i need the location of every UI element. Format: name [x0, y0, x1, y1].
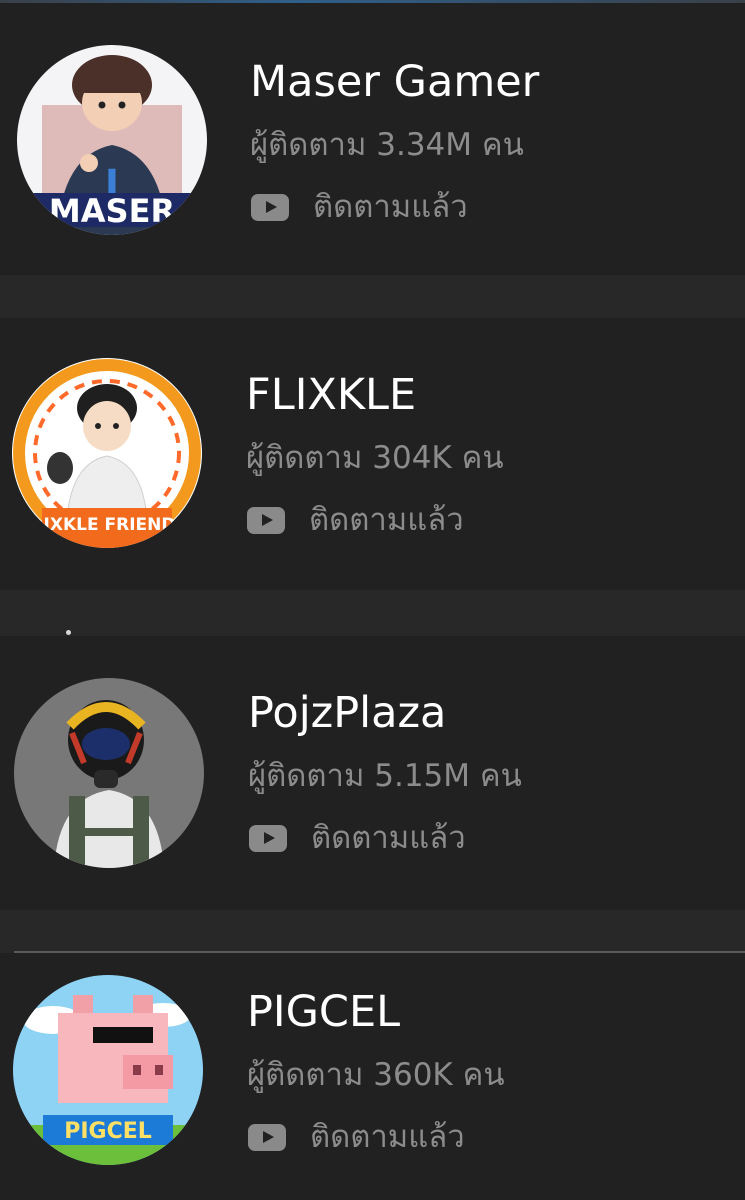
channel-avatar[interactable]: J MASER: [17, 45, 207, 235]
speck: [66, 630, 71, 635]
subscribed-status[interactable]: ติดตามแล้ว: [249, 818, 466, 858]
subscriber-count: ผู้ติดตาม 304K คน: [246, 440, 504, 476]
avatar-logo-text: FLIXKLE FRIEND'S: [21, 515, 193, 535]
channel-card-maser-gamer[interactable]: J MASER Maser Gamer ผู้ติดตาม 3.34M คน ต…: [0, 3, 745, 275]
channel-name[interactable]: PIGCEL: [247, 987, 400, 1037]
channel-name[interactable]: Maser Gamer: [250, 57, 539, 107]
channel-card-pigcel[interactable]: PIGCEL PIGCEL ผู้ติดตาม 360K คน ติดตามแล…: [0, 953, 745, 1200]
subscribed-status[interactable]: ติดตามแล้ว: [251, 187, 468, 227]
avatar-logo-text: PIGCEL: [64, 1119, 152, 1144]
subscribed-label: ติดตามแล้ว: [311, 820, 466, 856]
flixkle-avatar-icon: FLIXKLE FRIEND'S: [12, 358, 202, 548]
subscriber-count: ผู้ติดตาม 5.15M คน: [248, 758, 522, 794]
subscribed-status[interactable]: ติดตามแล้ว: [247, 500, 464, 540]
channel-card-pojzplaza[interactable]: PojzPlaza ผู้ติดตาม 5.15M คน ติดตามแล้ว: [0, 636, 745, 910]
subscriber-count: ผู้ติดตาม 3.34M คน: [250, 127, 524, 163]
channel-card-flixkle[interactable]: FLIXKLE FRIEND'S FLIXKLE ผู้ติดตาม 304K …: [0, 318, 745, 590]
channel-avatar[interactable]: [14, 678, 204, 868]
subscriber-count: ผู้ติดตาม 360K คน: [247, 1057, 505, 1093]
subscribed-status[interactable]: ติดตามแล้ว: [248, 1117, 465, 1157]
channel-name[interactable]: PojzPlaza: [248, 688, 446, 738]
pojzplaza-avatar-icon: [14, 678, 204, 868]
avatar-logo-text: MASER: [49, 192, 175, 230]
channel-avatar[interactable]: FLIXKLE FRIEND'S: [12, 358, 202, 548]
channel-name[interactable]: FLIXKLE: [246, 370, 416, 420]
subscribed-label: ติดตามแล้ว: [313, 189, 468, 225]
pigcel-avatar-icon: PIGCEL: [13, 975, 203, 1165]
subscribed-label: ติดตามแล้ว: [310, 1119, 465, 1155]
channel-avatar[interactable]: PIGCEL: [13, 975, 203, 1165]
maser-gamer-avatar-icon: J MASER: [17, 45, 207, 235]
subscriptions-list: J MASER Maser Gamer ผู้ติดตาม 3.34M คน ต…: [0, 0, 745, 1200]
youtube-play-icon: [248, 1123, 286, 1151]
subscribed-label: ติดตามแล้ว: [309, 502, 464, 538]
youtube-play-icon: [251, 193, 289, 221]
youtube-play-icon: [249, 824, 287, 852]
youtube-play-icon: [247, 506, 285, 534]
